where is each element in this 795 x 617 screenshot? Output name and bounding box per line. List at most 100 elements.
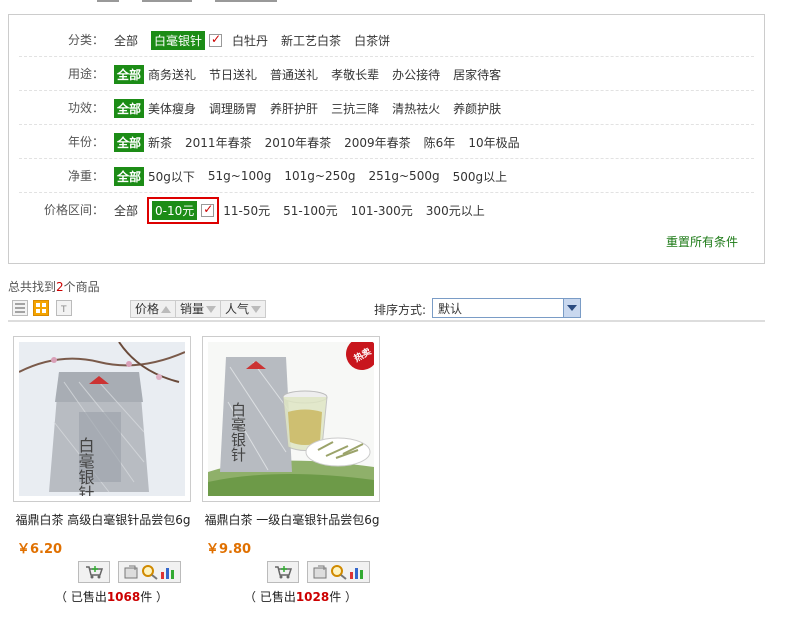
filter-row: 用途： 全部 商务送礼 节日送礼 普通送礼 孝敬长辈 办公接待 居家待客 xyxy=(19,57,754,91)
filter-option[interactable]: 51-100元 xyxy=(283,202,338,219)
filter-option[interactable]: 商务送礼 xyxy=(148,66,196,83)
sort-down-arrow-icon xyxy=(206,305,217,313)
filter-option[interactable]: 办公接待 xyxy=(392,66,440,83)
sold-suffix: 件 ） xyxy=(329,590,358,604)
result-toolbar: T 价格 销量 人气 排序方式: 默认 xyxy=(8,296,765,322)
product-card: 白毫银针 福鼎白茶 高级白毫银针品尝包6g ￥6.20 （ 已售出1068件 ） xyxy=(13,336,193,605)
filter-option[interactable]: 0-10元 xyxy=(152,200,198,220)
sort-by-sales-button[interactable]: 销量 xyxy=(176,301,222,317)
filter-option[interactable]: 全部 xyxy=(114,202,138,219)
selected-price-range[interactable]: 0-10元 xyxy=(147,196,220,224)
sort-select-value: 默认 xyxy=(438,301,463,316)
sort-label: 排序方式: xyxy=(374,303,427,317)
filter-option[interactable]: 美体瘦身 xyxy=(148,100,196,117)
filter-option[interactable]: 普通送礼 xyxy=(270,66,318,83)
filter-option[interactable]: 11-50元 xyxy=(223,202,270,219)
filter-option[interactable]: 101-300元 xyxy=(351,202,413,219)
filter-option[interactable]: 300元以上 xyxy=(426,202,485,219)
sold-suffix: 件 ） xyxy=(140,590,169,604)
filter-row: 价格区间： 全部 0-10元 11-50元 51-100元 101-300元 300元以上 xyxy=(19,193,754,227)
filter-option[interactable]: 全部 xyxy=(114,32,138,49)
sort-price-label: 价格 xyxy=(135,302,160,316)
filter-option[interactable]: 居家待客 xyxy=(453,66,501,83)
filter-option[interactable]: 养颜护肤 xyxy=(453,100,501,117)
filter-row: 净重： 全部 50g以下 51g~100g 101g~250g 251g~500g 500g… xyxy=(19,159,754,193)
magnifier-icon[interactable] xyxy=(330,564,348,580)
product-image[interactable]: 白毫银针 xyxy=(19,342,185,496)
filter-option[interactable]: 白牡丹 xyxy=(232,32,268,49)
filter-option[interactable]: 251g~500g xyxy=(368,169,439,183)
filter-option[interactable]: 养肝护肝 xyxy=(270,100,318,117)
chevron-down-icon[interactable] xyxy=(563,299,580,317)
filter-panel: 重置所有条件 分类：全部白毫银针白牡丹新工艺白茶白茶饼用途：全部商务送礼节日送礼… xyxy=(8,14,765,264)
checkbox-icon[interactable] xyxy=(201,202,215,217)
filter-option[interactable]: 101g~250g xyxy=(284,169,355,183)
sort-up-arrow-icon xyxy=(161,305,172,313)
list-view-icon[interactable] xyxy=(12,300,28,316)
filter-option[interactable]: 白毫银针 xyxy=(151,30,206,50)
filter-option[interactable]: 三抗三降 xyxy=(331,100,379,117)
product-image-frame[interactable]: 白毫银针 xyxy=(13,336,191,502)
product-name[interactable]: 福鼎白茶 高级白毫银针品尝包6g xyxy=(13,512,193,528)
filter-option[interactable]: 节日送礼 xyxy=(209,66,257,83)
product-actions xyxy=(267,561,382,583)
result-count: 总共找到2个商品 xyxy=(8,278,100,295)
filter-option[interactable]: 孝敬长辈 xyxy=(331,66,379,83)
cart-icon xyxy=(86,566,103,579)
sort-select[interactable]: 默认 xyxy=(432,298,581,318)
filter-options: 全部白毫银针 白牡丹新工艺白茶白茶饼 xyxy=(114,23,403,57)
filter-label: 年份： xyxy=(67,135,104,149)
filter-option[interactable]: 全部 xyxy=(114,64,145,84)
product-tools-group xyxy=(118,561,181,583)
filter-option[interactable]: 清热祛火 xyxy=(392,100,440,117)
sort-by-price-button[interactable]: 价格 xyxy=(131,301,177,317)
filter-option[interactable]: 全部 xyxy=(114,132,145,152)
svg-text:T: T xyxy=(60,305,67,315)
filter-row: 功效： 全部 美体瘦身 调理肠胃 养肝护肝 三抗三降 清热祛火 养颜护肤 xyxy=(19,91,754,125)
filter-option[interactable]: 新茶 xyxy=(148,134,172,151)
filter-label: 净重： xyxy=(67,169,104,183)
filter-option[interactable]: 新工艺白茶 xyxy=(281,32,341,49)
compare-chart-icon[interactable] xyxy=(159,564,177,580)
product-price: ￥6.20 xyxy=(17,542,63,557)
filter-option[interactable]: 白茶饼 xyxy=(354,32,390,49)
compare-chart-icon[interactable] xyxy=(348,564,366,580)
add-to-cart-button[interactable] xyxy=(267,561,299,583)
grid-view-icon[interactable] xyxy=(33,300,49,316)
magnifier-icon[interactable] xyxy=(141,564,159,580)
filter-option[interactable]: 500g以上 xyxy=(453,168,508,185)
filter-option[interactable]: 10年极品 xyxy=(468,134,519,151)
product-card: 白毫银针 热卖 福鼎白茶 一级白毫银针品尝包6g ￥9.80 （ 已售出1028… xyxy=(202,336,382,605)
filter-option[interactable]: 2010年春茶 xyxy=(265,134,332,151)
filter-option[interactable]: 陈6年 xyxy=(424,134,456,151)
filter-label: 分类： xyxy=(67,33,104,47)
sort-by-popularity-button[interactable]: 人气 xyxy=(221,301,266,317)
filter-option[interactable]: 2011年春茶 xyxy=(185,134,252,151)
product-image-frame[interactable]: 白毫银针 热卖 xyxy=(202,336,380,502)
product-name[interactable]: 福鼎白茶 一级白毫银针品尝包6g xyxy=(202,512,382,528)
filter-option[interactable]: 51g~100g xyxy=(208,169,271,183)
filter-option[interactable]: 全部 xyxy=(114,166,145,186)
filter-option[interactable]: 2009年春茶 xyxy=(344,134,411,151)
sold-prefix: （ 已售出 xyxy=(244,590,296,604)
sort-buttons: 价格 销量 人气 xyxy=(130,300,267,318)
filter-label: 用途： xyxy=(67,67,104,81)
favorite-icon[interactable] xyxy=(123,564,141,580)
filter-option[interactable]: 全部 xyxy=(114,98,145,118)
favorite-icon[interactable] xyxy=(312,564,330,580)
product-actions xyxy=(78,561,193,583)
filter-option[interactable]: 调理肠胃 xyxy=(209,100,257,117)
result-count-prefix: 总共找到 xyxy=(8,280,57,294)
text-view-icon[interactable]: T xyxy=(56,300,72,316)
product-image[interactable]: 白毫银针 热卖 xyxy=(208,342,374,496)
filter-label: 价格区间： xyxy=(43,203,104,217)
add-to-cart-button[interactable] xyxy=(78,561,110,583)
result-count-suffix: 个商品 xyxy=(63,280,100,294)
sold-count: （ 已售出1028件 ） xyxy=(244,588,382,605)
filter-label: 功效： xyxy=(67,101,104,115)
sort-sales-label: 销量 xyxy=(180,302,205,316)
product-price: ￥9.80 xyxy=(206,542,252,557)
filter-option[interactable]: 50g以下 xyxy=(148,168,195,185)
reset-filters-link[interactable]: 重置所有条件 xyxy=(666,233,738,250)
checkbox-icon[interactable] xyxy=(209,32,223,47)
